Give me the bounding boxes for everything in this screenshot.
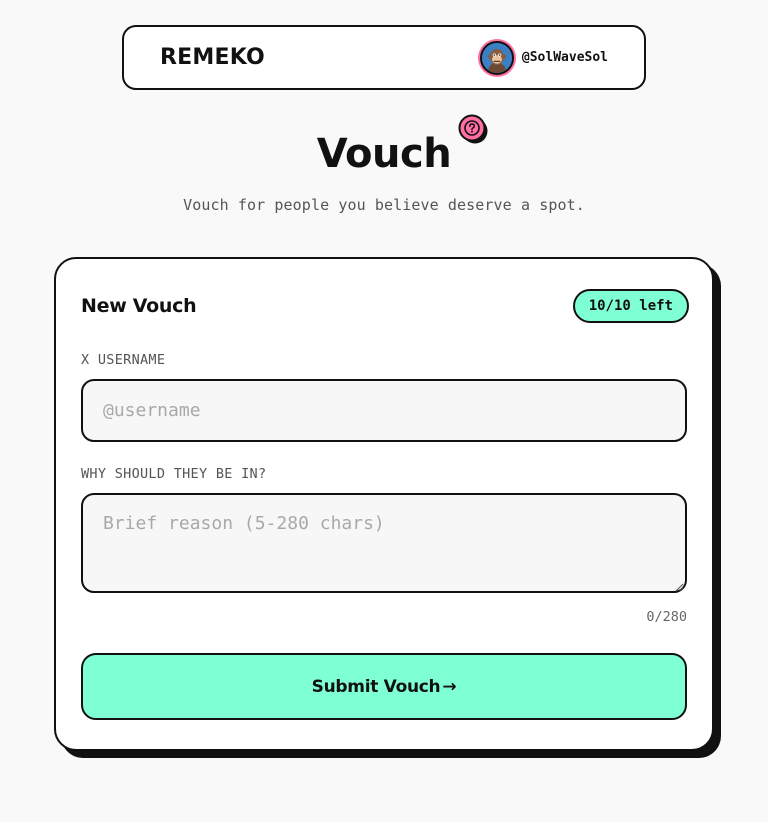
username-input[interactable] <box>81 379 687 442</box>
page-title: Vouch <box>316 131 452 177</box>
resize-grip-icon[interactable] <box>674 579 684 592</box>
submit-vouch-button[interactable]: Submit Vouch → <box>81 653 687 720</box>
card-title: New Vouch <box>81 295 197 317</box>
character-counter: 0/280 <box>646 609 687 625</box>
submit-label: Submit Vouch <box>311 676 441 697</box>
reason-textarea[interactable] <box>81 493 687 593</box>
username-label: X USERNAME <box>81 352 166 368</box>
arrow-right-icon: → <box>442 676 457 697</box>
ape-avatar-icon[interactable] <box>479 40 514 75</box>
page-subtitle: Vouch for people you believe deserve a s… <box>183 196 585 214</box>
question-circle-icon[interactable] <box>458 114 488 144</box>
brand-logo[interactable]: REMEKO <box>160 45 265 70</box>
page-heading: Vouch <box>0 125 768 183</box>
user-handle[interactable]: @SolWaveSol <box>522 50 608 65</box>
reason-label: WHY SHOULD THEY BE IN? <box>81 466 267 482</box>
card-header: New Vouch 10/10 left <box>81 289 689 323</box>
remaining-vouches-badge: 10/10 left <box>572 289 689 323</box>
new-vouch-card: New Vouch 10/10 left X USERNAME WHY SHOU… <box>54 257 714 751</box>
top-header: REMEKO @SolWaveSol <box>122 25 646 90</box>
user-profile[interactable]: @SolWaveSol <box>479 40 608 75</box>
